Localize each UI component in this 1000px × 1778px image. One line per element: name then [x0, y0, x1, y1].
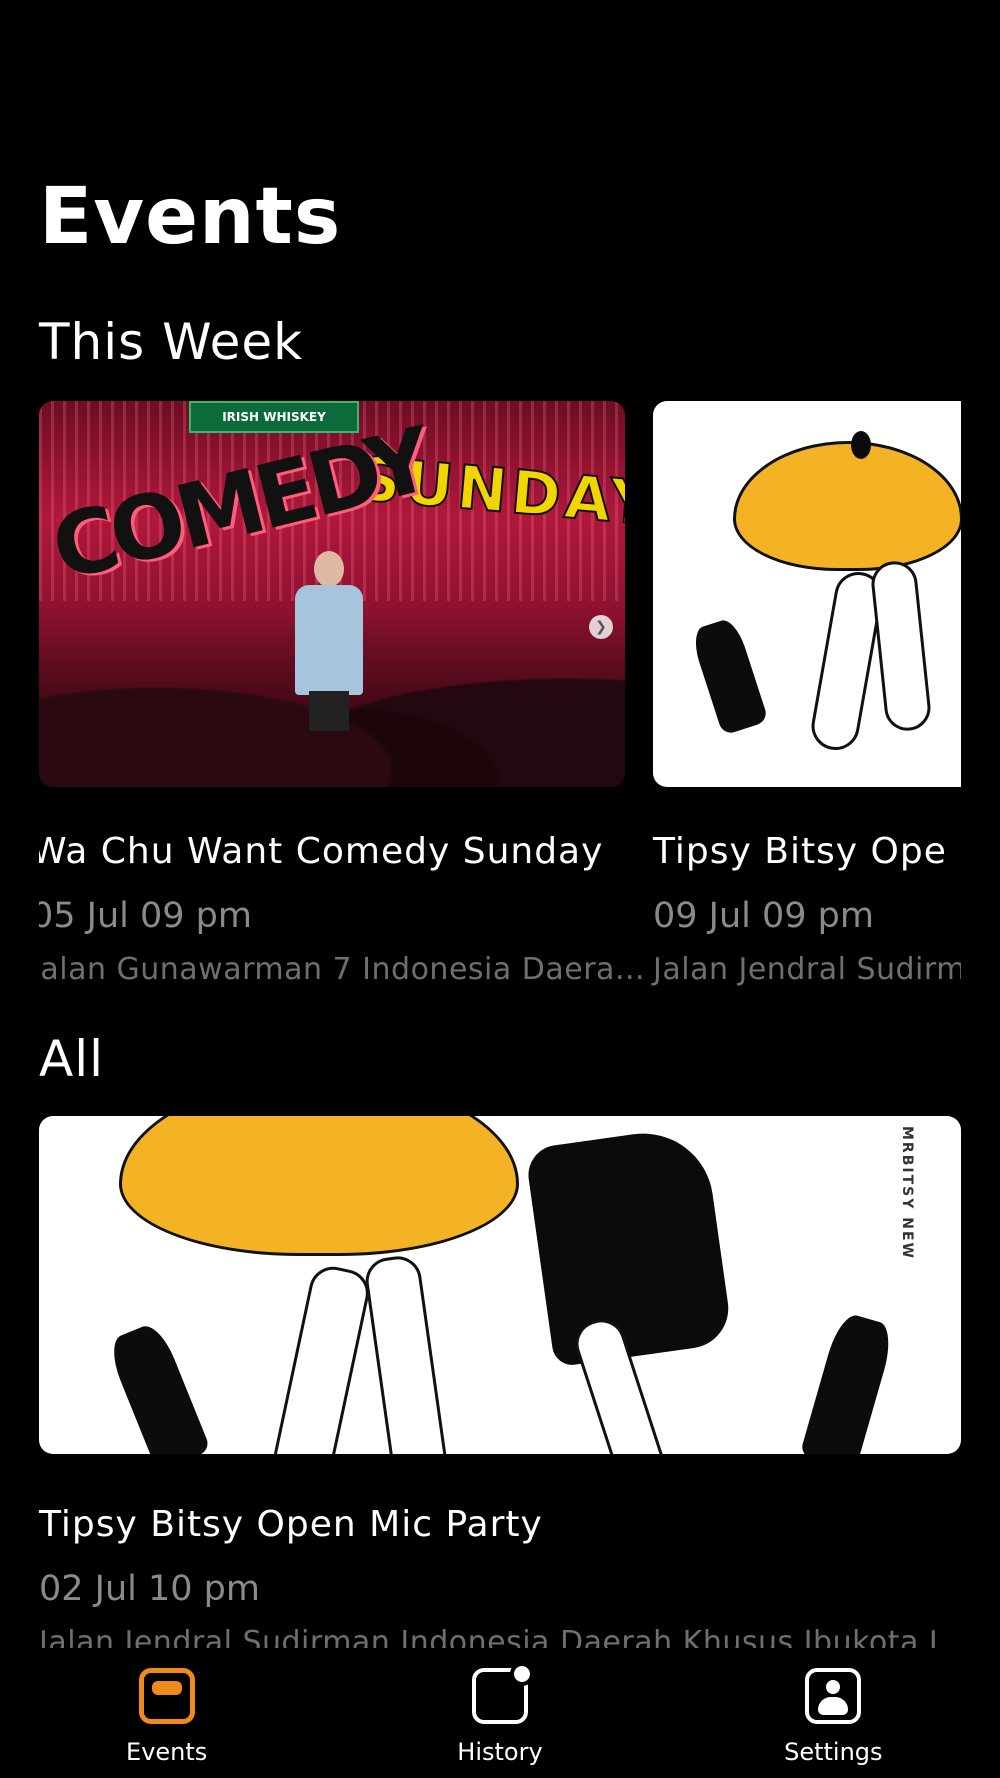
poster-watermark: MRBITSY NEW: [899, 1126, 915, 1260]
chevron-right-icon[interactable]: ❯: [589, 615, 613, 639]
event-name: Tipsy Bitsy Ope: [653, 831, 947, 872]
profile-icon: [805, 1668, 862, 1724]
page-title: Events: [39, 172, 342, 262]
event-poster-image: [653, 401, 961, 787]
illustration-leg: [869, 559, 933, 733]
illustration-skirt: [119, 1116, 519, 1256]
event-date: 02 Jul 10 pm: [39, 1569, 260, 1609]
illustration-bottle: [689, 616, 769, 736]
nav-label-settings: Settings: [784, 1738, 883, 1766]
illustration-black-skirt: [524, 1124, 734, 1368]
event-card[interactable]: Tipsy Bitsy Ope 09 Jul 09 pm Jalan Jendr…: [653, 401, 961, 987]
event-name: Tipsy Bitsy Open Mic Party: [39, 1504, 543, 1545]
event-date: 05 Jul 09 pm: [39, 896, 252, 936]
event-address: Jalan Gunawarman 7 Indonesia Daera...: [39, 952, 646, 987]
nav-item-events[interactable]: Events: [0, 1648, 333, 1778]
nav-label-history: History: [457, 1738, 543, 1766]
illustration-bottle: [799, 1310, 897, 1454]
illustration-leg: [362, 1253, 452, 1454]
nav-item-history[interactable]: History: [333, 1648, 666, 1778]
this-week-carousel[interactable]: IRISH WHISKEY SUNDAY COMEDY ❯ Wa Chu Wan…: [39, 401, 961, 1001]
events-screen: Events This Week IRISH WHISKEY SUNDAY CO…: [0, 0, 1000, 1778]
event-date: 09 Jul 09 pm: [653, 896, 874, 936]
history-icon: [471, 1662, 534, 1724]
nav-item-settings[interactable]: Settings: [667, 1648, 1000, 1778]
illustration-leg: [264, 1262, 374, 1454]
illustration-microphone: [851, 431, 871, 459]
section-title-all: All: [39, 1030, 104, 1088]
event-name: Wa Chu Want Comedy Sunday: [39, 831, 604, 872]
performer-figure: [287, 551, 371, 731]
calendar-icon: [138, 1668, 195, 1724]
event-address: Jalan Jendral Sudirm: [653, 952, 961, 987]
nav-label-events: Events: [126, 1738, 208, 1766]
event-poster-image: MRBITSY NEW: [39, 1116, 961, 1454]
illustration-skirt: [733, 441, 961, 571]
bottom-navigation: Events History Settings: [0, 1648, 1000, 1778]
event-card[interactable]: MRBITSY NEW Tipsy Bitsy Open Mic Party 0…: [39, 1116, 968, 1660]
event-poster-image: IRISH WHISKEY SUNDAY COMEDY ❯: [39, 401, 625, 787]
section-title-this-week: This Week: [39, 313, 304, 371]
event-card[interactable]: IRISH WHISKEY SUNDAY COMEDY ❯ Wa Chu Wan…: [39, 401, 646, 987]
illustration-bottle: [104, 1320, 212, 1454]
